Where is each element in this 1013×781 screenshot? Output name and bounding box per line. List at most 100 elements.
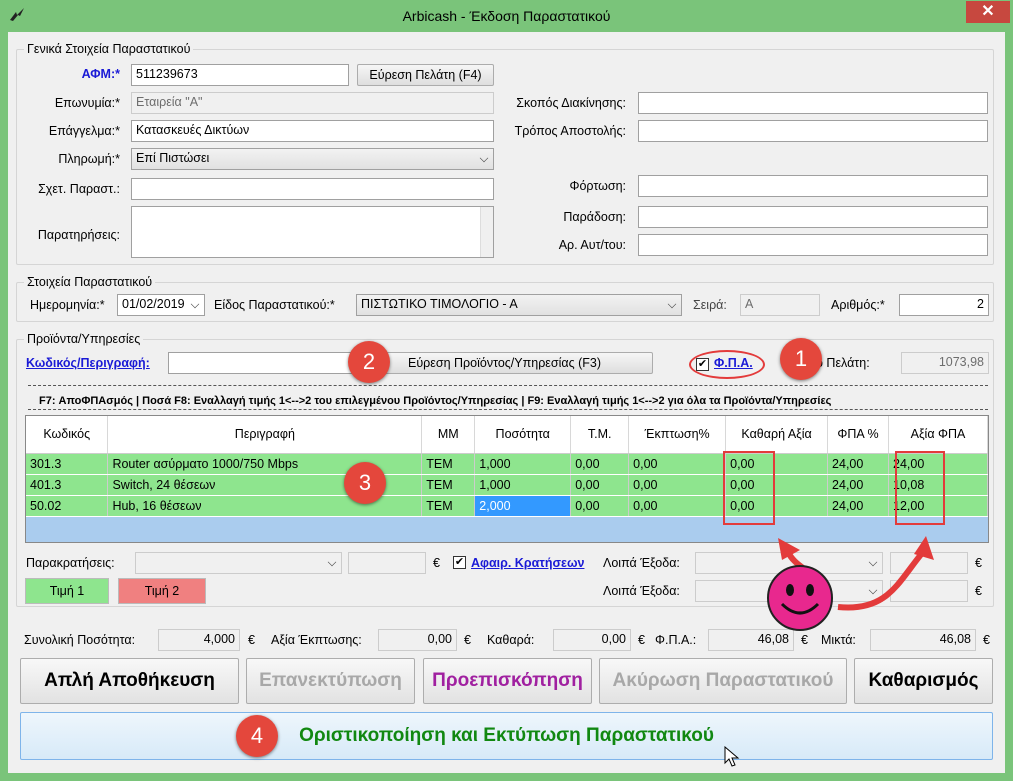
type-label: Είδος Παραστατικού:* bbox=[214, 298, 335, 312]
euro-sign: € bbox=[983, 633, 990, 647]
cell-code[interactable]: 301.3 bbox=[26, 453, 109, 475]
total-qty-value: 4,000 bbox=[158, 629, 240, 651]
col-code[interactable]: Κωδικός bbox=[26, 416, 109, 454]
notes-label: Παρατηρήσεις: bbox=[37, 228, 120, 242]
col-vat-rate[interactable]: ΦΠΑ % bbox=[827, 416, 890, 454]
mouse-cursor-icon bbox=[724, 746, 740, 767]
withholding-amount[interactable] bbox=[348, 552, 426, 574]
payment-label: Πληρωμή:* bbox=[58, 152, 120, 166]
chevron-down-icon bbox=[190, 299, 200, 309]
products-group-title: Προϊόντα/Υπηρεσίες bbox=[24, 332, 144, 346]
cell-discount[interactable]: 0,00 bbox=[628, 495, 727, 517]
cell-price[interactable]: 0,00 bbox=[570, 474, 630, 496]
code-search-link[interactable]: Κωδικός/Περιγραφή: bbox=[26, 356, 150, 370]
cell-unit[interactable]: TEM bbox=[421, 474, 476, 496]
job-label: Επάγγελμα:* bbox=[48, 124, 120, 138]
deduct-checkbox[interactable]: ✔ bbox=[453, 556, 466, 569]
vehicle-input[interactable] bbox=[638, 234, 988, 256]
col-price[interactable]: Τ.Μ. bbox=[570, 416, 630, 454]
notes-textarea[interactable] bbox=[131, 206, 494, 258]
col-vat-amount[interactable]: Αξία ΦΠΑ bbox=[888, 416, 988, 454]
client-area: Γενικά Στοιχεία Παραστατικού ΑΦΜ:* 51123… bbox=[8, 32, 1005, 773]
finalize-print-button[interactable]: Οριστικοποίηση και Εκτύπωση Παραστατικού bbox=[20, 712, 993, 760]
discount-label: Αξία Έκπτωσης: bbox=[271, 633, 362, 647]
payment-select[interactable]: Επί Πιστώσει bbox=[131, 148, 494, 170]
number-label: Αριθμός:* bbox=[831, 298, 885, 312]
related-label: Σχετ. Παραστ.: bbox=[38, 182, 120, 196]
cell-quantity[interactable]: 1,000 bbox=[474, 453, 572, 475]
smiley-face-icon bbox=[767, 565, 833, 631]
save-button[interactable]: Απλή Αποθήκευση bbox=[20, 658, 239, 704]
annotation-badge-1: 1 bbox=[780, 338, 822, 380]
cell-price[interactable]: 0,00 bbox=[570, 453, 630, 475]
annotation-badge-2: 2 bbox=[348, 341, 390, 383]
separator-top bbox=[28, 385, 988, 386]
date-value: 01/02/2019 bbox=[122, 297, 185, 311]
afm-label: ΑΦΜ:* bbox=[81, 67, 120, 81]
cell-vat-rate[interactable]: 24,00 bbox=[827, 474, 890, 496]
euro-sign: € bbox=[248, 633, 255, 647]
cell-code[interactable]: 50.02 bbox=[26, 495, 109, 517]
price2-indicator: Τιμή 2 bbox=[118, 578, 206, 604]
other-expenses-label-1: Λοιπά Έξοδα: bbox=[603, 556, 680, 570]
loading-input[interactable] bbox=[638, 175, 988, 197]
purpose-input[interactable] bbox=[638, 92, 988, 114]
close-button[interactable]: ✕ bbox=[966, 1, 1010, 23]
reprint-button[interactable]: Επανεκτύπωση bbox=[246, 658, 415, 704]
balance-value: 1073,98 bbox=[901, 352, 989, 374]
deduct-link[interactable]: Αφαιρ. Κρατήσεων bbox=[471, 556, 584, 570]
name-input[interactable]: Εταιρεία "Α" bbox=[131, 92, 494, 114]
type-select[interactable]: ΠΙΣΤΩΤΙΚΟ ΤΙΜΟΛΟΓΙΟ - Α bbox=[356, 294, 682, 316]
date-label: Ημερομηνία:* bbox=[30, 298, 105, 312]
type-value: ΠΙΣΤΩΤΙΚΟ ΤΙΜΟΛΟΓΙΟ - Α bbox=[361, 297, 518, 311]
annotation-badge-3: 3 bbox=[344, 462, 386, 504]
delivery-input[interactable] bbox=[638, 206, 988, 228]
cell-price[interactable]: 0,00 bbox=[570, 495, 630, 517]
chevron-down-icon bbox=[327, 557, 337, 567]
job-input[interactable]: Κατασκευές Δικτύων bbox=[131, 120, 494, 142]
table-row[interactable]: 401.3 Switch, 24 θέσεων TEM 1,000 0,00 0… bbox=[26, 474, 988, 496]
shipping-label: Τρόπος Αποστολής: bbox=[514, 124, 626, 138]
col-description[interactable]: Περιγραφή bbox=[107, 416, 423, 454]
table-row[interactable]: 301.3 Router ασύρματο 1000/750 Mbps TEM … bbox=[26, 453, 988, 475]
find-customer-button[interactable]: Εύρεση Πελάτη (F4) bbox=[357, 64, 494, 86]
cell-quantity-selected[interactable]: 2,000 bbox=[474, 495, 572, 517]
preview-button[interactable]: Προεπισκόπηση bbox=[423, 658, 592, 704]
series-input[interactable]: Α bbox=[740, 294, 820, 316]
number-input[interactable]: 2 bbox=[899, 294, 989, 316]
withholding-select[interactable] bbox=[135, 552, 342, 574]
separator-bottom bbox=[28, 409, 988, 410]
withholding-label: Παρακρατήσεις: bbox=[26, 556, 115, 570]
date-picker[interactable]: 01/02/2019 bbox=[117, 294, 205, 316]
gross-label: Μικτά: bbox=[821, 633, 856, 647]
cell-discount[interactable]: 0,00 bbox=[628, 474, 727, 496]
cell-code[interactable]: 401.3 bbox=[26, 474, 109, 496]
afm-input[interactable]: 511239673 bbox=[131, 64, 349, 86]
euro-sign: € bbox=[638, 633, 645, 647]
discount-value: 0,00 bbox=[378, 629, 457, 651]
cell-unit[interactable]: TEM bbox=[421, 495, 476, 517]
cell-quantity[interactable]: 1,000 bbox=[474, 474, 572, 496]
cell-unit[interactable]: TEM bbox=[421, 453, 476, 475]
series-label: Σειρά: bbox=[693, 298, 727, 312]
annotation-badge-4: 4 bbox=[236, 715, 278, 757]
code-input[interactable] bbox=[168, 352, 358, 374]
related-input[interactable] bbox=[131, 178, 494, 200]
cell-vat-rate[interactable]: 24,00 bbox=[827, 453, 890, 475]
col-discount[interactable]: Έκπτωση% bbox=[628, 416, 727, 454]
col-net[interactable]: Καθαρή Αξία bbox=[725, 416, 829, 454]
shipping-input[interactable] bbox=[638, 120, 988, 142]
vehicle-label: Αρ. Αυτ/του: bbox=[558, 238, 626, 252]
clear-button[interactable]: Καθαρισμός bbox=[854, 658, 993, 704]
payment-value: Επί Πιστώσει bbox=[136, 151, 210, 165]
find-product-button[interactable]: Εύρεση Προϊόντος/Υπηρεσίας (F3) bbox=[356, 352, 653, 374]
vat-total-value: 46,08 bbox=[708, 629, 794, 651]
loading-label: Φόρτωση: bbox=[569, 179, 626, 193]
cell-discount[interactable]: 0,00 bbox=[628, 453, 727, 475]
col-unit[interactable]: ΜΜ bbox=[421, 416, 476, 454]
vat-total-label: Φ.Π.Α.: bbox=[655, 633, 697, 647]
euro-sign: € bbox=[433, 556, 440, 570]
net-value: 0,00 bbox=[553, 629, 631, 651]
col-quantity[interactable]: Ποσότητα bbox=[474, 416, 572, 454]
cancel-invoice-button[interactable]: Ακύρωση Παραστατικού bbox=[599, 658, 847, 704]
